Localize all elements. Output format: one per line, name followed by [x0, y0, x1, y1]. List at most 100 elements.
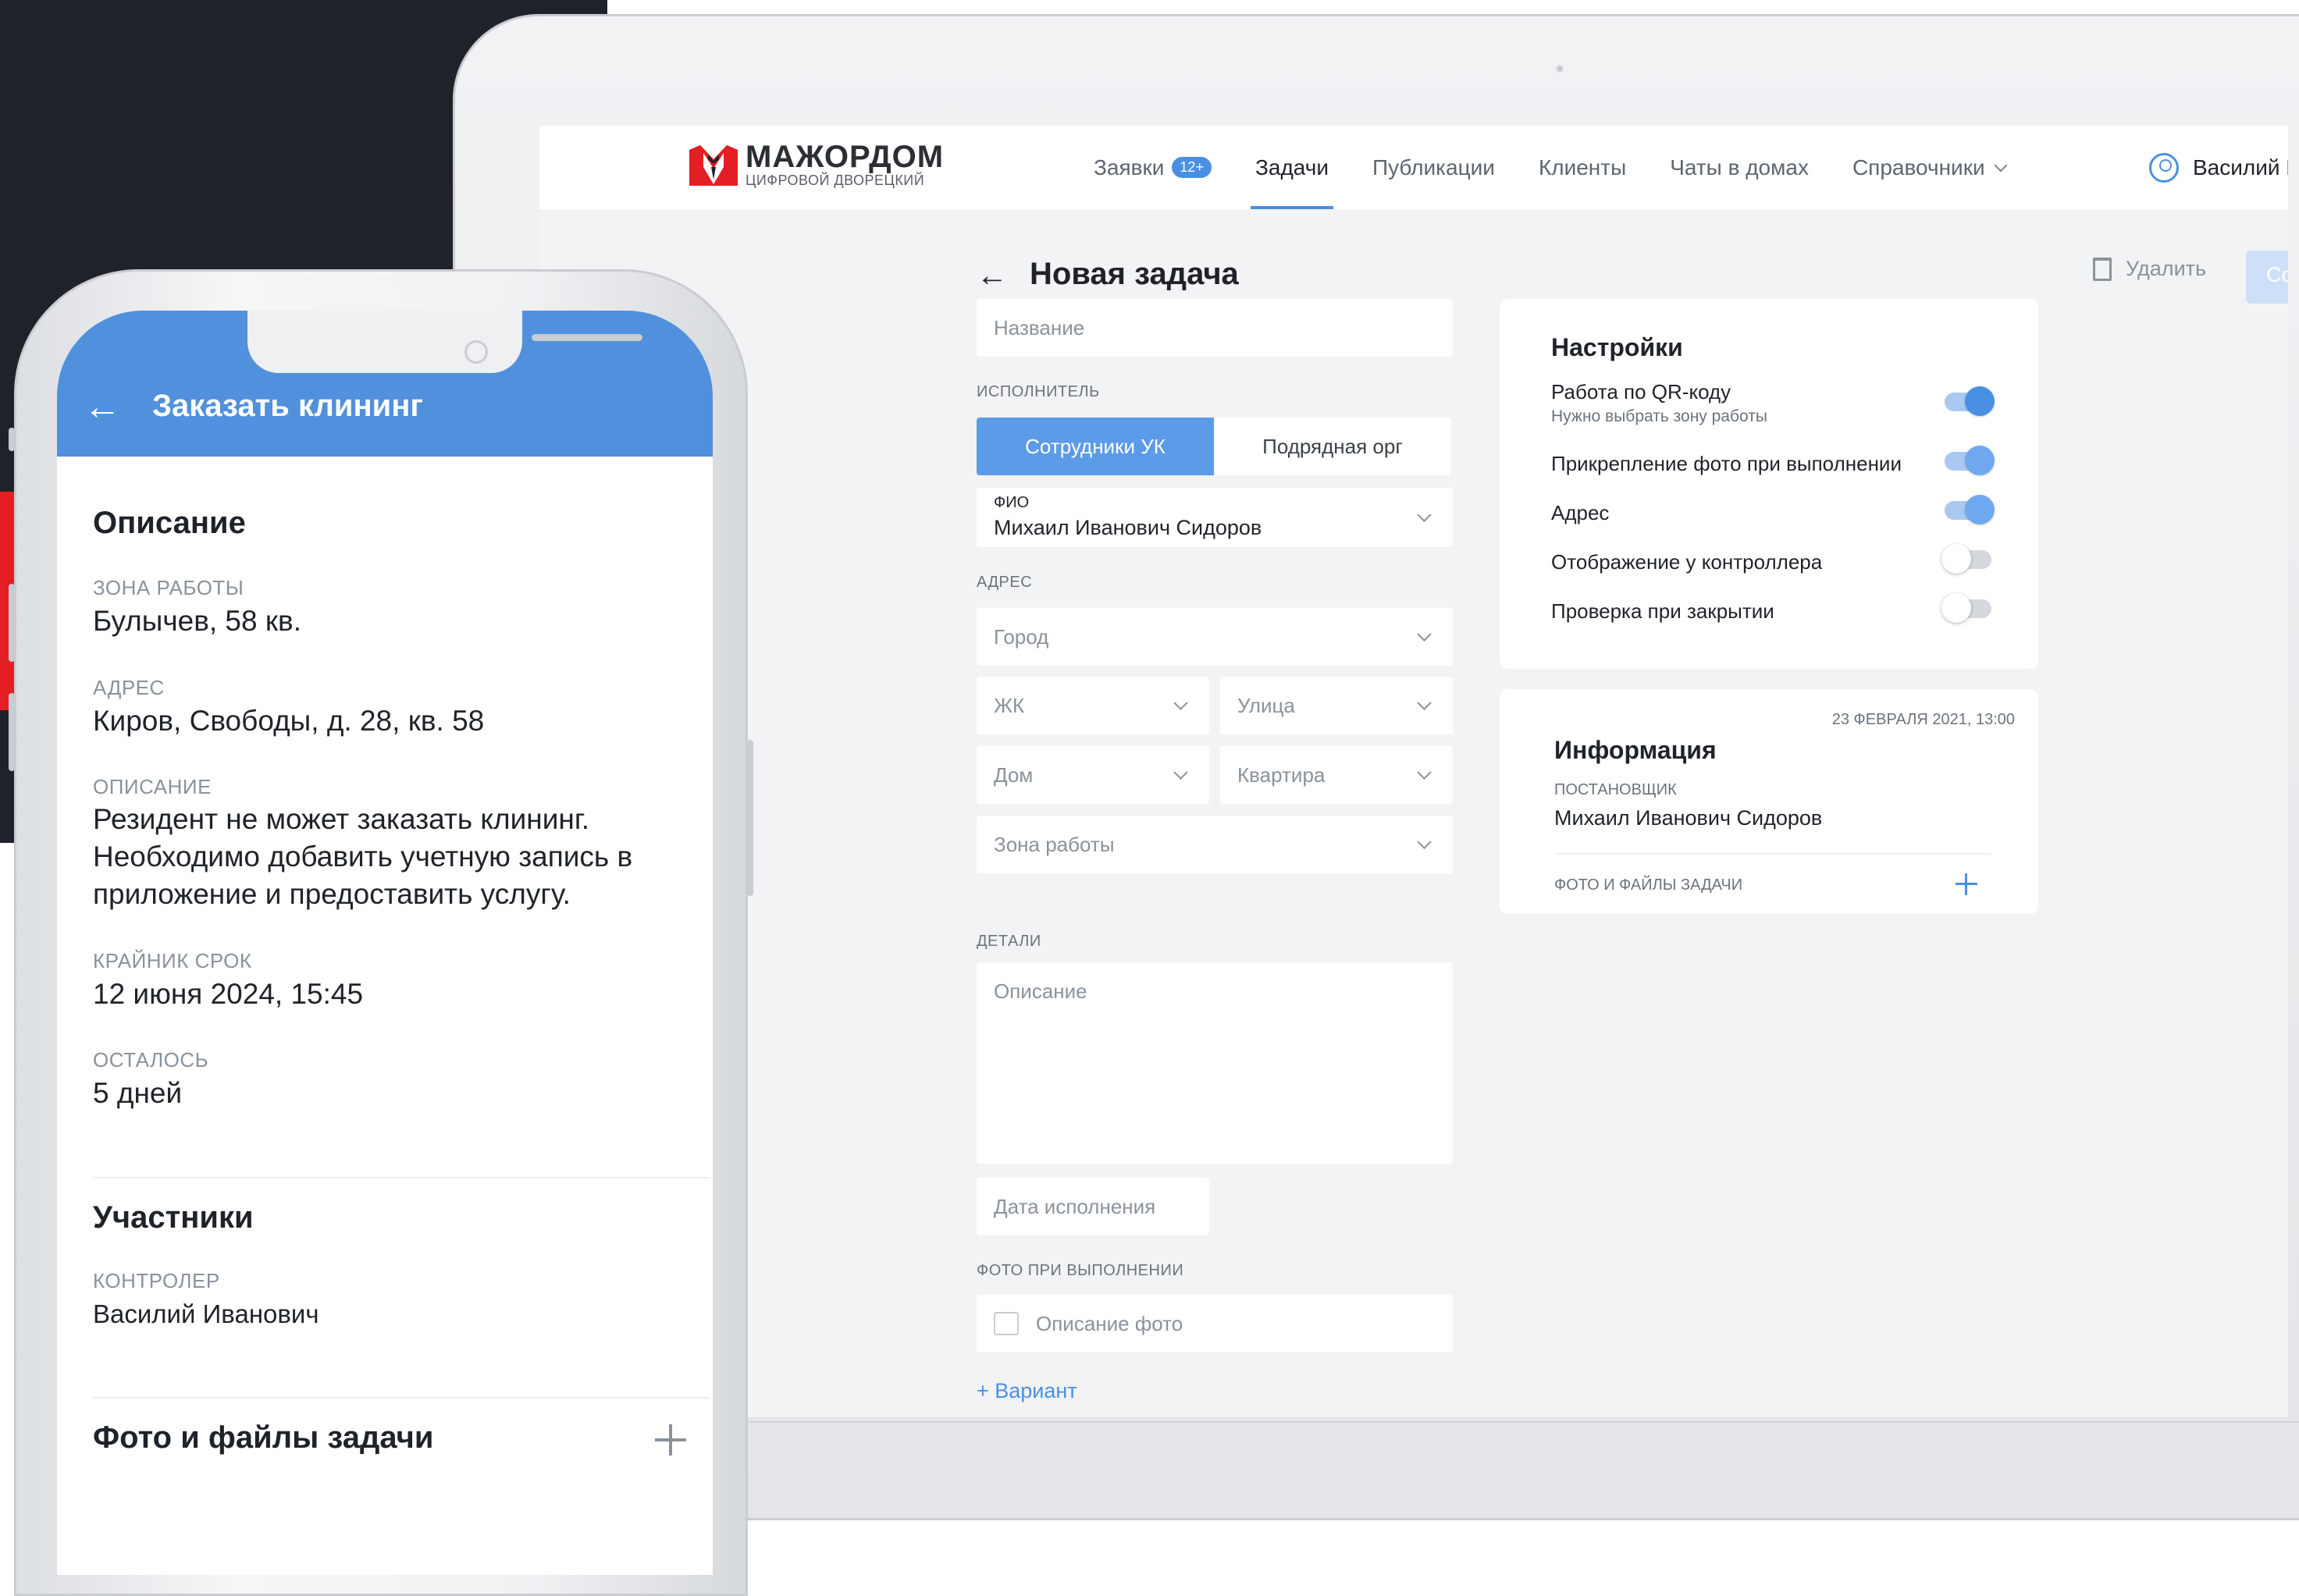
phone-frame: ← Заказать клининг Описание ЗОНА РАБОТЫ …	[9, 269, 753, 1596]
fio-select[interactable]: ФИО Михаил Иванович Сидоров	[977, 488, 1453, 547]
section-files: Фото и файлы задачи	[93, 1420, 434, 1455]
complex-placeholder: ЖК	[994, 693, 1025, 717]
add-file-plus-icon[interactable]	[655, 1424, 686, 1456]
phone-header: ← Заказать клининг	[57, 311, 713, 457]
setting-hint: Нужно выбрать зону работы	[1551, 407, 1767, 425]
complex-select[interactable]: ЖК	[977, 677, 1209, 734]
user-name: Василий Г	[2193, 155, 2288, 180]
work-zone-select[interactable]: Зона работы	[977, 816, 1453, 873]
setting-qr: Работа по QR-коду Нужно выбрать зону раб…	[1551, 380, 1767, 426]
app-header: МАЖОРДОМ ЦИФРОВОЙ ДВОРЕЦКИЙ Заявки 12+ З…	[539, 126, 2288, 209]
nav-item-clients[interactable]: Клиенты	[1539, 126, 1626, 209]
description-placeholder: Описание	[994, 979, 1087, 1003]
chevron-down-icon	[1173, 695, 1188, 710]
nav-label: Задачи	[1254, 155, 1329, 180]
due-date-input[interactable]: Дата исполнения	[977, 1178, 1209, 1235]
user-avatar-icon	[2149, 152, 2179, 183]
apartment-select[interactable]: Квартира	[1220, 746, 1453, 804]
image-icon	[994, 1312, 1019, 1335]
toggle-knob	[1965, 446, 1995, 475]
trash-icon	[2093, 257, 2112, 281]
phone-notch	[247, 311, 642, 373]
task-name-input[interactable]: Название	[977, 299, 1453, 357]
chevron-down-icon	[1994, 158, 2008, 172]
settings-card: Настройки Работа по QR-коду Нужно выбрат…	[1500, 299, 2038, 669]
city-select[interactable]: Город	[977, 608, 1453, 666]
back-arrow-icon[interactable]: ←	[84, 386, 121, 428]
apartment-placeholder: Квартира	[1237, 762, 1326, 787]
section-description: Описание	[93, 506, 246, 540]
delete-button[interactable]: Удалить	[2093, 257, 2206, 281]
nav-label: Справочники	[1852, 155, 1985, 180]
nav-item-requests[interactable]: Заявки 12+	[1094, 126, 1212, 209]
house-select[interactable]: Дом	[977, 746, 1209, 804]
description-value: Резидент не может заказать клининг. Необ…	[93, 803, 633, 910]
chevron-down-icon	[1417, 765, 1432, 780]
chevron-down-icon	[1173, 765, 1188, 780]
setting-label: Работа по QR-коду	[1551, 380, 1731, 403]
nav-item-publications[interactable]: Публикации	[1372, 126, 1495, 209]
setting-label: Отображение у контроллера	[1551, 550, 1823, 574]
chevron-down-icon	[1417, 627, 1432, 642]
executor-staff-tab[interactable]: Сотрудники УК	[977, 418, 1214, 475]
zone-value: Булычев, 58 кв.	[93, 605, 301, 637]
main-nav: Заявки 12+ Задачи Публикации Клиенты Чат…	[1094, 126, 2049, 209]
logo-subtitle: ЦИФРОВОЙ ДВОРЕЦКИЙ	[746, 172, 925, 188]
chevron-down-icon	[1417, 695, 1432, 710]
save-button[interactable]: Сох	[2246, 251, 2288, 304]
executor-label: Исполнитель	[977, 383, 1100, 400]
setting-label: Проверка при закрытии	[1551, 599, 1774, 623]
toggle-controller[interactable]	[1941, 544, 1991, 574]
phone-speaker	[532, 334, 642, 341]
setting-address: Адрес	[1551, 501, 1609, 525]
divider	[93, 1397, 710, 1399]
city-placeholder: Город	[994, 624, 1049, 649]
laptop-camera	[1556, 65, 1564, 73]
photo-description-placeholder: Описание фото	[1036, 1311, 1183, 1335]
toggle-qr[interactable]	[1945, 386, 1995, 416]
zone-label: ЗОНА РАБОТЫ	[93, 576, 244, 599]
user-menu[interactable]: Василий Г	[2149, 126, 2288, 209]
description-label: ОПИСАНИЕ	[93, 775, 212, 798]
section-members: Участники	[93, 1200, 254, 1235]
nav-item-house-chats[interactable]: Чаты в домах	[1670, 126, 1809, 209]
street-placeholder: Улица	[1237, 693, 1295, 717]
deadline-value: 12 июня 2024, 15:45	[93, 978, 364, 1010]
phone-camera	[464, 340, 488, 364]
executor-contractor-tab[interactable]: Подрядная орг	[1214, 418, 1451, 475]
info-card: 23 ФЕВРАЛЯ 2021, 13:00 Информация ПОСТАН…	[1500, 689, 2038, 914]
page-title: Новая задача	[1030, 257, 1239, 291]
laptop-screen: МАЖОРДОМ ЦИФРОВОЙ ДВОРЕЦКИЙ Заявки 12+ З…	[539, 126, 2288, 1417]
toggle-closing-check[interactable]	[1941, 593, 1991, 623]
phone-side-button	[747, 740, 753, 896]
phone-side-button	[9, 693, 15, 771]
add-file-plus-icon[interactable]	[1956, 873, 1977, 895]
street-select[interactable]: Улица	[1220, 677, 1453, 734]
phone-screen: ← Заказать клининг Описание ЗОНА РАБОТЫ …	[57, 311, 713, 1575]
logo-icon	[689, 145, 738, 186]
logo[interactable]: МАЖОРДОМ ЦИФРОВОЙ ДВОРЕЦКИЙ	[689, 141, 944, 188]
deadline-label: КРАЙНИК СРОК	[93, 949, 252, 972]
toggle-knob	[1965, 386, 1995, 416]
info-title: Информация	[1554, 736, 1717, 764]
phone-side-button	[9, 584, 15, 662]
controller-label: КОНТРОЛЕР	[93, 1269, 220, 1292]
toggle-knob	[1965, 495, 1995, 524]
toggle-address[interactable]	[1945, 495, 1995, 524]
setting-label: Адрес	[1551, 501, 1610, 524]
add-variant-link[interactable]: + Вариант	[977, 1379, 1077, 1403]
nav-item-directories[interactable]: Справочники	[1852, 126, 2008, 209]
back-arrow-icon[interactable]: ←	[977, 258, 1008, 293]
photo-label: Фото при выполнении	[977, 1262, 1184, 1279]
details-label: Детали	[977, 933, 1041, 950]
setting-closing-check: Проверка при закрытии	[1551, 599, 1774, 624]
toggle-photo[interactable]	[1945, 446, 1995, 475]
photo-description-input[interactable]: Описание фото	[977, 1295, 1453, 1353]
work-zone-placeholder: Зона работы	[994, 832, 1115, 856]
nav-label: Публикации	[1372, 155, 1495, 180]
description-textarea[interactable]: Описание	[977, 962, 1453, 1164]
divider	[93, 1177, 710, 1178]
house-placeholder: Дом	[994, 762, 1034, 787]
fio-value: Михаил Иванович Сидоров	[994, 516, 1262, 539]
nav-item-tasks[interactable]: Задачи	[1250, 126, 1334, 209]
